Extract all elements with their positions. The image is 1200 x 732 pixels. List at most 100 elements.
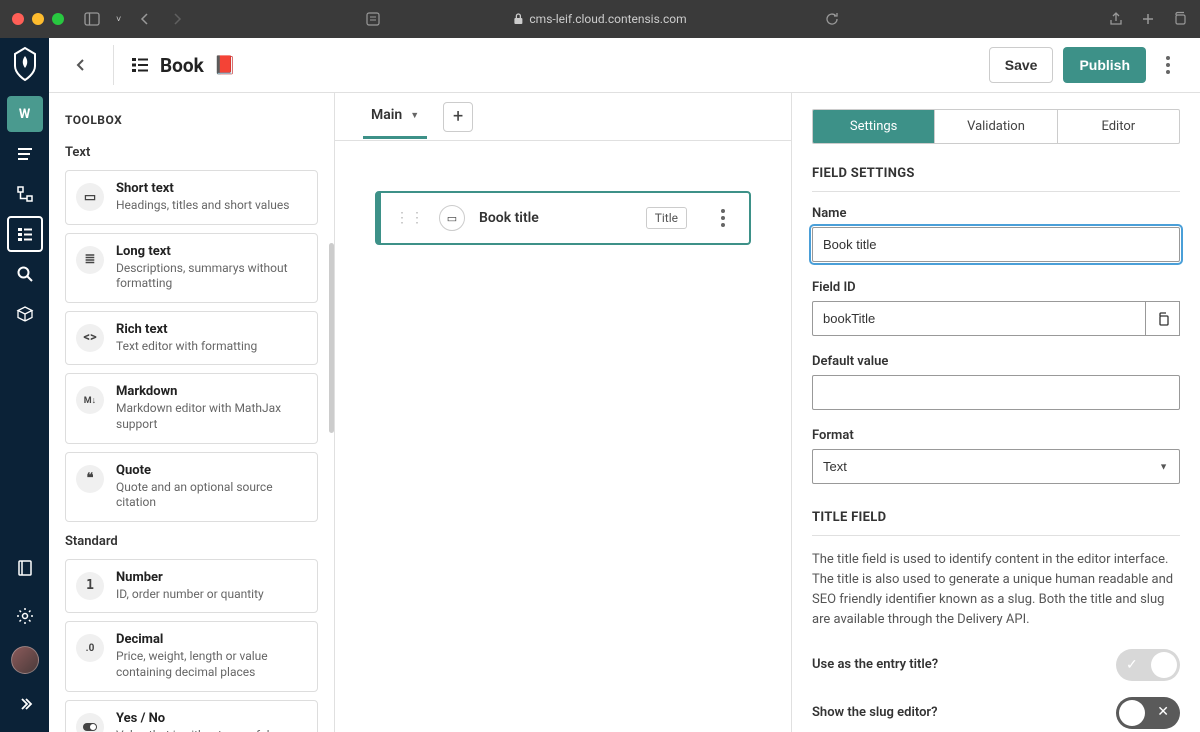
markdown-icon: M↓ [76,386,104,414]
section-title: FIELD SETTINGS [812,166,1180,192]
app-logo[interactable] [9,46,41,82]
nav-back-icon[interactable] [137,11,153,27]
name-label: Name [812,206,1180,221]
maximize-window-icon[interactable] [52,13,64,25]
card-desc: ID, order number or quantity [116,587,264,601]
format-label: Format [812,428,1180,443]
card-title: Long text [116,244,307,259]
nav-entries-icon[interactable] [7,136,43,172]
nav-settings-icon[interactable] [7,598,43,634]
category-label: Standard [65,534,318,549]
title-badge: Title [646,207,687,229]
settings-tabs: Settings Validation Editor [812,109,1180,144]
number-icon: 1 [76,572,104,600]
tab-label: Main [371,107,402,123]
card-desc: Descriptions, summarys without formattin… [116,261,288,291]
field-block-label: Book title [479,210,632,226]
toolbox-heading: TOOLBOX [65,113,318,127]
content-type-icon [130,55,150,75]
page-title: Book 📕 [130,54,236,77]
card-title: Decimal [116,632,307,647]
name-input[interactable] [812,227,1180,262]
browser-chrome: ˅ cms-leif.cloud.contensis.com [0,0,1200,38]
field-more-button[interactable] [711,209,735,227]
tab-validation[interactable]: Validation [935,110,1057,143]
traffic-lights [12,13,64,25]
card-desc: Price, weight, length or value containin… [116,649,268,679]
nav-forward-icon[interactable] [169,11,185,27]
scrollbar-thumb[interactable] [329,243,334,433]
toolbox-item-markdown[interactable]: M↓ Markdown Markdown editor with MathJax … [65,373,318,443]
toolbox-item-rich-text[interactable]: <> Rich textText editor with formatting [65,311,318,366]
user-avatar[interactable] [11,646,39,674]
entry-title-toggle-label: Use as the entry title? [812,657,938,672]
reload-icon[interactable] [824,11,840,27]
copy-icon [1155,311,1171,327]
nav-search-icon[interactable] [7,256,43,292]
title-field-description: The title field is used to identify cont… [812,550,1180,631]
field-block-book-title[interactable]: ⋮⋮ ▭ Book title Title [375,191,751,245]
toolbox-item-decimal[interactable]: .0 DecimalPrice, weight, length or value… [65,621,318,691]
category-label: Text [65,145,318,160]
short-text-icon: ▭ [76,183,104,211]
chevron-down-icon: ▼ [410,110,419,121]
share-icon[interactable] [1108,11,1124,27]
dropdown-icon[interactable]: ˅ [116,14,121,25]
publish-button[interactable]: Publish [1063,47,1146,83]
slug-editor-toggle[interactable]: ✕ [1116,697,1180,729]
more-menu-button[interactable] [1156,56,1180,74]
toolbox-item-short-text[interactable]: ▭ Short textHeadings, titles and short v… [65,170,318,225]
section-title: TITLE FIELD [812,510,1180,536]
add-tab-button[interactable]: + [443,102,473,132]
tab-main[interactable]: Main ▼ [363,94,427,139]
card-desc: Text editor with formatting [116,339,257,353]
x-icon: ✕ [1157,704,1169,720]
new-tab-icon[interactable] [1140,11,1156,27]
reader-icon[interactable] [365,11,381,27]
toolbox-item-number[interactable]: 1 Number ID, order number or quantity [65,559,318,614]
nav-tree-icon[interactable] [7,176,43,212]
entry-title-toggle[interactable]: ✓ [1116,649,1180,681]
nav-expand-icon[interactable] [7,686,43,722]
card-title: Yes / No [116,711,282,726]
card-desc: Quote and an optional source citation [116,480,273,510]
toolbox-item-long-text[interactable]: ≣ Long textDescriptions, summarys withou… [65,233,318,303]
tab-editor[interactable]: Editor [1058,110,1179,143]
save-button[interactable]: Save [989,47,1054,83]
fieldid-input[interactable] [812,301,1146,336]
toolbox-item-boolean[interactable]: Yes / NoValue that is either true or fal… [65,700,318,732]
card-title: Number [116,570,264,585]
toolbox-panel: TOOLBOX Text ▭ Short textHeadings, title… [49,93,335,732]
url-text: cms-leif.cloud.contensis.com [529,12,686,26]
canvas-tabs: Main ▼ + [335,93,791,141]
canvas-panel: Main ▼ + ⋮⋮ ▭ Book title Title [335,93,792,732]
card-title: Markdown [116,384,307,399]
card-title: Short text [116,181,289,196]
nav-box-icon[interactable] [7,296,43,332]
workspace-badge[interactable]: W [7,96,43,132]
format-select[interactable] [812,449,1180,484]
boolean-icon [76,713,104,732]
minimize-window-icon[interactable] [32,13,44,25]
nav-content-types-icon[interactable] [7,216,43,252]
slug-editor-toggle-label: Show the slug editor? [812,705,938,720]
toolbox-item-quote[interactable]: ❝ Quote Quote and an optional source cita… [65,452,318,522]
page-title-text: Book [160,54,204,77]
divider [113,45,114,85]
tabs-icon[interactable] [1172,11,1188,27]
sidebar-toggle-icon[interactable] [84,11,100,27]
default-value-input[interactable] [812,375,1180,410]
copy-button[interactable] [1146,301,1180,336]
quote-icon: ❝ [76,465,104,493]
nav-book-icon[interactable] [7,550,43,586]
card-desc: Markdown editor with MathJax support [116,401,281,431]
address-bar[interactable]: cms-leif.cloud.contensis.com [513,12,686,26]
default-value-label: Default value [812,354,1180,369]
close-window-icon[interactable] [12,13,24,25]
lock-icon [513,13,523,25]
drag-handle-icon[interactable]: ⋮⋮ [395,210,425,226]
card-title: Quote [116,463,307,478]
settings-panel: Settings Validation Editor FIELD SETTING… [792,93,1200,732]
back-button[interactable] [69,53,93,77]
tab-settings[interactable]: Settings [813,110,935,143]
